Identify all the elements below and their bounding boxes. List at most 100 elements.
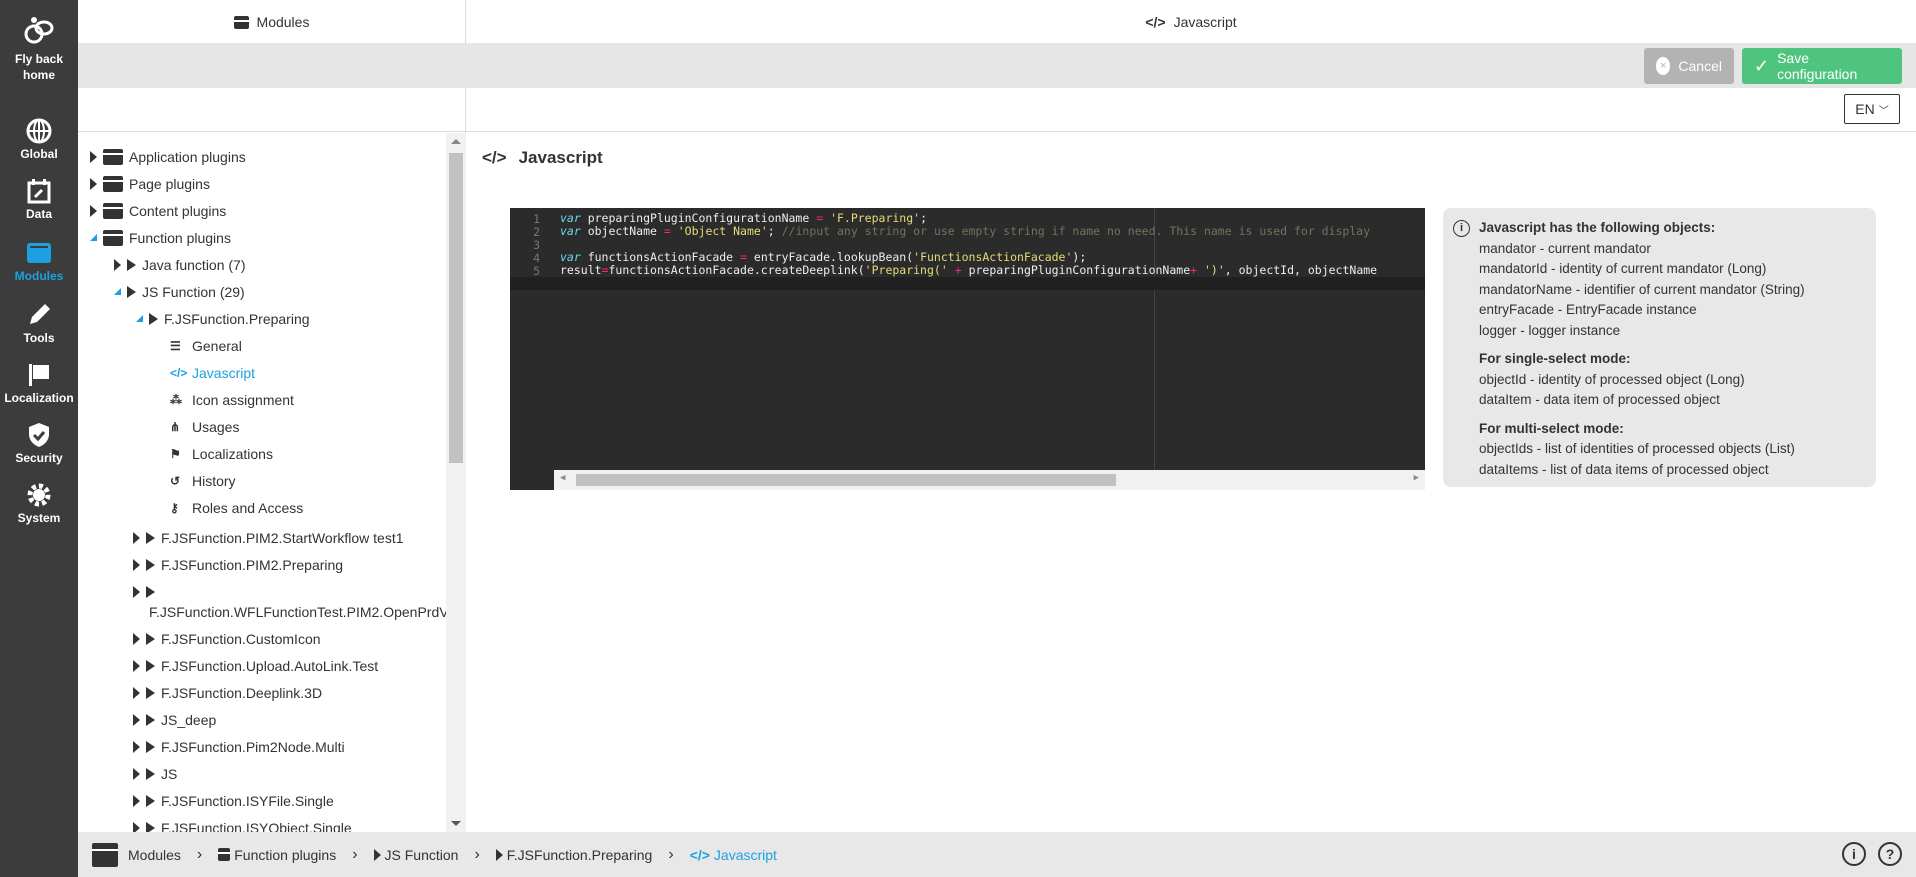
nav-tools[interactable]: Tools (0, 302, 78, 345)
nav-system[interactable]: System (0, 482, 78, 525)
main-content: EN ﹀ </> Javascript 1 2 3 4 5 var preparin… (466, 88, 1916, 832)
tree-scrollbar[interactable] (446, 133, 466, 832)
tree-node[interactable]: F.JSFunction.PIM2.StartWorkflow test1 (133, 524, 404, 551)
play-icon (146, 821, 155, 832)
tree-node[interactable]: JS (133, 760, 177, 787)
tree-node[interactable]: JS Function (29) (114, 278, 245, 305)
tree-leaf[interactable]: ⁂ Icon assignment (170, 386, 294, 413)
icon-assignment-icon: ⁂ (170, 392, 182, 407)
tree-node[interactable]: F.JSFunction.WFLFunctionTest.PIM2.OpenPr… (149, 598, 446, 625)
nav-label: Security (15, 451, 63, 465)
gear-wrench-icon (27, 483, 51, 507)
nav-label: Modules (14, 269, 64, 283)
tree-node-label: F.JSFunction.Preparing (164, 310, 310, 327)
nav-label: Global (20, 147, 58, 161)
breadcrumb-item[interactable]: Function plugins (234, 847, 336, 863)
tree-node[interactable]: Content plugins (90, 197, 226, 224)
info-item: logger - logger instance (1479, 322, 1621, 338)
play-icon (127, 285, 136, 298)
tree-node[interactable]: F.JSFunction.PIM2.Preparing (133, 551, 343, 578)
module-tree: Application plugins Page plugins Content p… (78, 133, 446, 832)
info-icon[interactable]: i (1842, 842, 1866, 866)
play-icon (146, 794, 155, 807)
breadcrumb-item-current: Javascript (713, 846, 777, 863)
nav-localization[interactable]: Localization (0, 362, 78, 405)
nav-security[interactable]: Security (0, 422, 78, 465)
expand-arrow-icon (133, 713, 140, 726)
pencil-icon (30, 304, 50, 324)
expanded-icon (136, 315, 143, 322)
tree-node[interactable]: F.JSFunction.Upload.AutoLink.Test (133, 652, 378, 679)
shield-check-icon (29, 423, 49, 447)
info-item: objectId - identity of processed object … (1479, 371, 1745, 387)
breadcrumb-item[interactable]: F.JSFunction.Preparing (507, 847, 653, 863)
tree-node[interactable]: F.JSFunction.CustomIcon (133, 625, 321, 652)
help-icon[interactable]: ? (1878, 842, 1902, 866)
code-content[interactable]: var preparingPluginConfigurationName = '… (560, 212, 1377, 277)
history-icon: ↺ (170, 473, 181, 488)
tree-node[interactable]: F.JSFunction.Deeplink.3D (133, 679, 322, 706)
info-item: mandatorName - identifier of current man… (1479, 281, 1805, 297)
expand-arrow-icon (133, 740, 140, 753)
line-number: 4 (533, 251, 540, 265)
modules-icon (92, 842, 118, 867)
expand-arrow-icon (133, 659, 140, 672)
tree-node[interactable]: Function plugins (90, 224, 231, 251)
tree-leaf-label: Roles and Access (192, 499, 304, 516)
tree-leaf[interactable]: ↺ History (170, 467, 236, 494)
expand-arrow-icon (133, 686, 140, 699)
calendar-edit-icon (27, 179, 51, 204)
tree-leaf[interactable]: </> Javascript (170, 359, 255, 386)
tree-leaf[interactable]: ⋔ Usages (170, 413, 239, 440)
nav-global[interactable]: Global (0, 118, 78, 161)
info-heading: Javascript has the following objects: (1479, 220, 1716, 235)
tree-node[interactable]: JS_deep (133, 706, 216, 733)
tree-node-label: Page plugins (129, 175, 210, 192)
tree-leaf-label: Javascript (192, 364, 256, 381)
tree-leaf[interactable]: ⚷ Roles and Access (170, 494, 303, 521)
nav-modules[interactable]: Modules (0, 240, 78, 283)
module-icon (103, 148, 123, 165)
breadcrumb-item[interactable]: JS Function (385, 847, 459, 863)
tree-leaf[interactable]: ⚑ Localizations (170, 440, 273, 467)
right-panel-title: Javascript (1173, 14, 1237, 30)
language-select[interactable]: EN ﹀ (1844, 94, 1900, 124)
tree-node[interactable]: Application plugins (90, 143, 246, 170)
play-icon (146, 558, 155, 571)
expand-arrow-icon (133, 531, 140, 544)
breadcrumb-item[interactable]: Modules (128, 847, 181, 863)
cancel-button[interactable]: × Cancel (1644, 48, 1734, 84)
close-circle-icon: × (1656, 57, 1671, 75)
module-icon (103, 202, 123, 219)
tree-node[interactable]: Page plugins (90, 170, 210, 197)
tree-node-label: F.JSFunction.Upload.AutoLink.Test (161, 657, 379, 674)
line-number: 1 (533, 212, 540, 226)
play-icon (146, 632, 155, 645)
tree-leaf-label: Localizations (192, 445, 273, 462)
globe-icon (26, 118, 52, 144)
code-editor[interactable]: 1 2 3 4 5 var preparingPluginConfigurati… (510, 208, 1425, 490)
tree-node[interactable]: F.JSFunction.Pim2Node.Multi (133, 733, 345, 760)
chevron-right-icon: › (474, 845, 480, 863)
editor-horizontal-scrollbar[interactable]: ◀ ▶ (554, 470, 1425, 490)
play-icon (149, 312, 158, 325)
code-icon: </> (689, 846, 710, 863)
tree-node[interactable]: F.JSFunction.ISYObject.Single (133, 814, 352, 832)
tree-leaf[interactable]: ☰ General (170, 332, 242, 359)
fly-back-home[interactable]: Fly back home (0, 14, 78, 83)
tree-node-label: Java function (7) (142, 256, 246, 273)
language-value: EN (1855, 101, 1875, 117)
tree-node[interactable]: F.JSFunction.ISYFile.Single (133, 787, 334, 814)
save-configuration-button[interactable]: ✓ Save configuration (1742, 48, 1902, 84)
play-icon (146, 713, 155, 726)
fly-back-home-label: Fly back home (14, 52, 64, 82)
play-icon (146, 767, 155, 780)
tree-node-selected[interactable]: F.JSFunction.Preparing (136, 305, 310, 332)
tree-leaf-label: General (192, 337, 242, 354)
tree-node[interactable]: Java function (7) (114, 251, 246, 278)
nav-data[interactable]: Data (0, 178, 78, 221)
page-title: Javascript (518, 148, 603, 167)
tree-node-label: F.JSFunction.Deeplink.3D (161, 684, 323, 701)
info-item: entryFacade - EntryFacade instance (1479, 302, 1697, 317)
line-number: 3 (533, 238, 540, 252)
